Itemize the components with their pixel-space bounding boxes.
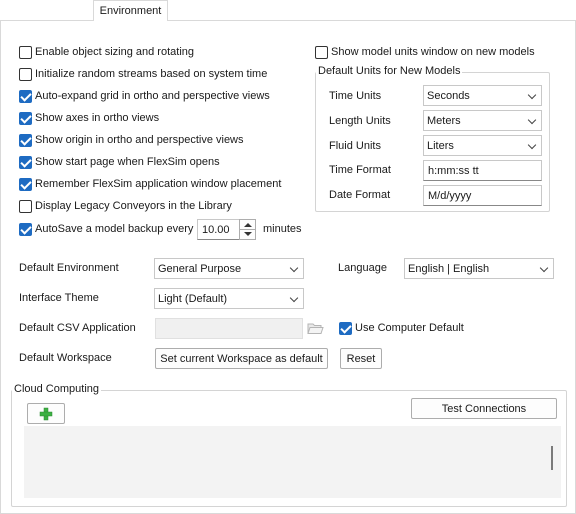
chevron-down-icon [289, 263, 299, 273]
enable-sizing-label: Enable object sizing and rotating [35, 46, 194, 58]
show-origin-checkbox-row[interactable]: Show origin in ortho and perspective vie… [19, 132, 244, 148]
language-select[interactable]: English | English [404, 258, 554, 279]
show-axes-checkbox[interactable] [19, 111, 32, 125]
legacy-conveyors-checkbox[interactable] [19, 199, 32, 213]
remember-window-checkbox-row[interactable]: Remember FlexSim application window plac… [19, 176, 281, 192]
language-label: Language [338, 262, 387, 274]
default-workspace-label: Default Workspace [19, 352, 112, 364]
autosave-label: AutoSave a model backup every [35, 223, 194, 235]
length-units-label: Length Units [329, 115, 391, 127]
show-axes-checkbox-row[interactable]: Show axes in ortho views [19, 110, 159, 126]
csv-app-label: Default CSV Application [19, 322, 136, 334]
auto-expand-grid-checkbox[interactable] [19, 89, 32, 103]
autosave-interval-value: 10.00 [202, 223, 230, 236]
random-streams-label: Initialize random streams based on syste… [35, 68, 268, 80]
show-origin-label: Show origin in ortho and perspective vie… [35, 134, 244, 146]
fluid-units-select[interactable]: Liters [423, 135, 542, 156]
time-units-select[interactable]: Seconds [423, 85, 542, 106]
time-format-label: Time Format [329, 164, 391, 176]
chevron-down-icon [289, 293, 299, 303]
chevron-down-icon [527, 115, 537, 125]
units-window-checkbox[interactable] [315, 45, 328, 59]
reset-workspace-button[interactable]: Reset [340, 348, 382, 369]
test-connections-button[interactable]: Test Connections [411, 398, 557, 419]
length-units-select[interactable]: Meters [423, 110, 542, 131]
tab-label: Environment [99, 5, 162, 17]
use-computer-default-checkbox[interactable] [339, 321, 352, 335]
start-page-checkbox[interactable] [19, 155, 32, 169]
random-streams-checkbox[interactable] [19, 67, 32, 81]
units-window-checkbox-row[interactable]: Show model units window on new models [315, 44, 535, 60]
random-streams-checkbox-row[interactable]: Initialize random streams based on syste… [19, 66, 267, 82]
language-value: English | English [408, 262, 490, 275]
interface-theme-select[interactable]: Light (Default) [154, 288, 304, 309]
tab-environment[interactable]: Environment [93, 0, 168, 21]
enable-sizing-checkbox-row[interactable]: Enable object sizing and rotating [19, 44, 194, 60]
interface-theme-label: Interface Theme [19, 292, 99, 304]
auto-expand-grid-checkbox-row[interactable]: Auto-expand grid in ortho and perspectiv… [19, 88, 270, 104]
units-window-label: Show model units window on new models [331, 46, 535, 58]
scrollbar[interactable] [551, 446, 553, 470]
plus-icon [39, 407, 53, 420]
length-units-value: Meters [427, 114, 461, 127]
time-units-label: Time Units [329, 90, 382, 102]
legacy-conveyors-checkbox-row[interactable]: Display Legacy Conveyors in the Library [19, 198, 232, 214]
remember-window-checkbox[interactable] [19, 177, 32, 191]
spin-down-icon[interactable] [244, 232, 252, 236]
remember-window-label: Remember FlexSim application window plac… [35, 178, 282, 190]
use-computer-default-label: Use Computer Default [355, 322, 464, 334]
autosave-checkbox-row[interactable]: AutoSave a model backup every [19, 221, 193, 237]
date-format-input[interactable]: M/d/yyyy [423, 185, 542, 206]
date-format-label: Date Format [329, 189, 391, 201]
fluid-units-label: Fluid Units [329, 140, 381, 152]
set-workspace-default-button[interactable]: Set current Workspace as default [155, 348, 328, 369]
cloud-computing-title: Cloud Computing [12, 383, 101, 395]
chevron-down-icon [527, 90, 537, 100]
enable-sizing-checkbox[interactable] [19, 45, 32, 59]
spin-up-icon[interactable] [244, 223, 252, 227]
fluid-units-value: Liters [427, 139, 454, 152]
show-origin-checkbox[interactable] [19, 133, 32, 147]
show-axes-label: Show axes in ortho views [35, 112, 160, 124]
autosave-unit-label: minutes [263, 223, 302, 235]
default-units-title: Default Units for New Models [316, 65, 463, 77]
chevron-down-icon [539, 263, 549, 273]
time-units-value: Seconds [427, 89, 470, 102]
autosave-interval-spinner[interactable] [239, 219, 256, 240]
start-page-label: Show start page when FlexSim opens [35, 156, 220, 168]
cloud-connections-list[interactable] [24, 426, 561, 498]
legacy-conveyors-label: Display Legacy Conveyors in the Library [35, 200, 232, 212]
default-environment-value: General Purpose [158, 262, 242, 275]
add-connection-button[interactable] [27, 403, 65, 424]
time-format-value: h:mm:ss tt [428, 164, 479, 177]
use-computer-default-checkbox-row[interactable]: Use Computer Default [339, 320, 464, 336]
time-format-input[interactable]: h:mm:ss tt [423, 160, 542, 181]
chevron-down-icon [527, 140, 537, 150]
spin-divider [240, 229, 255, 230]
interface-theme-value: Light (Default) [158, 292, 228, 305]
csv-app-path-field [155, 318, 303, 339]
date-format-value: M/d/yyyy [428, 189, 472, 202]
folder-icon[interactable] [307, 322, 324, 335]
autosave-interval-input[interactable]: 10.00 [197, 219, 240, 240]
auto-expand-grid-label: Auto-expand grid in ortho and perspectiv… [35, 90, 270, 102]
default-environment-select[interactable]: General Purpose [154, 258, 304, 279]
start-page-checkbox-row[interactable]: Show start page when FlexSim opens [19, 154, 220, 170]
default-environment-label: Default Environment [19, 262, 119, 274]
autosave-checkbox[interactable] [19, 222, 32, 236]
